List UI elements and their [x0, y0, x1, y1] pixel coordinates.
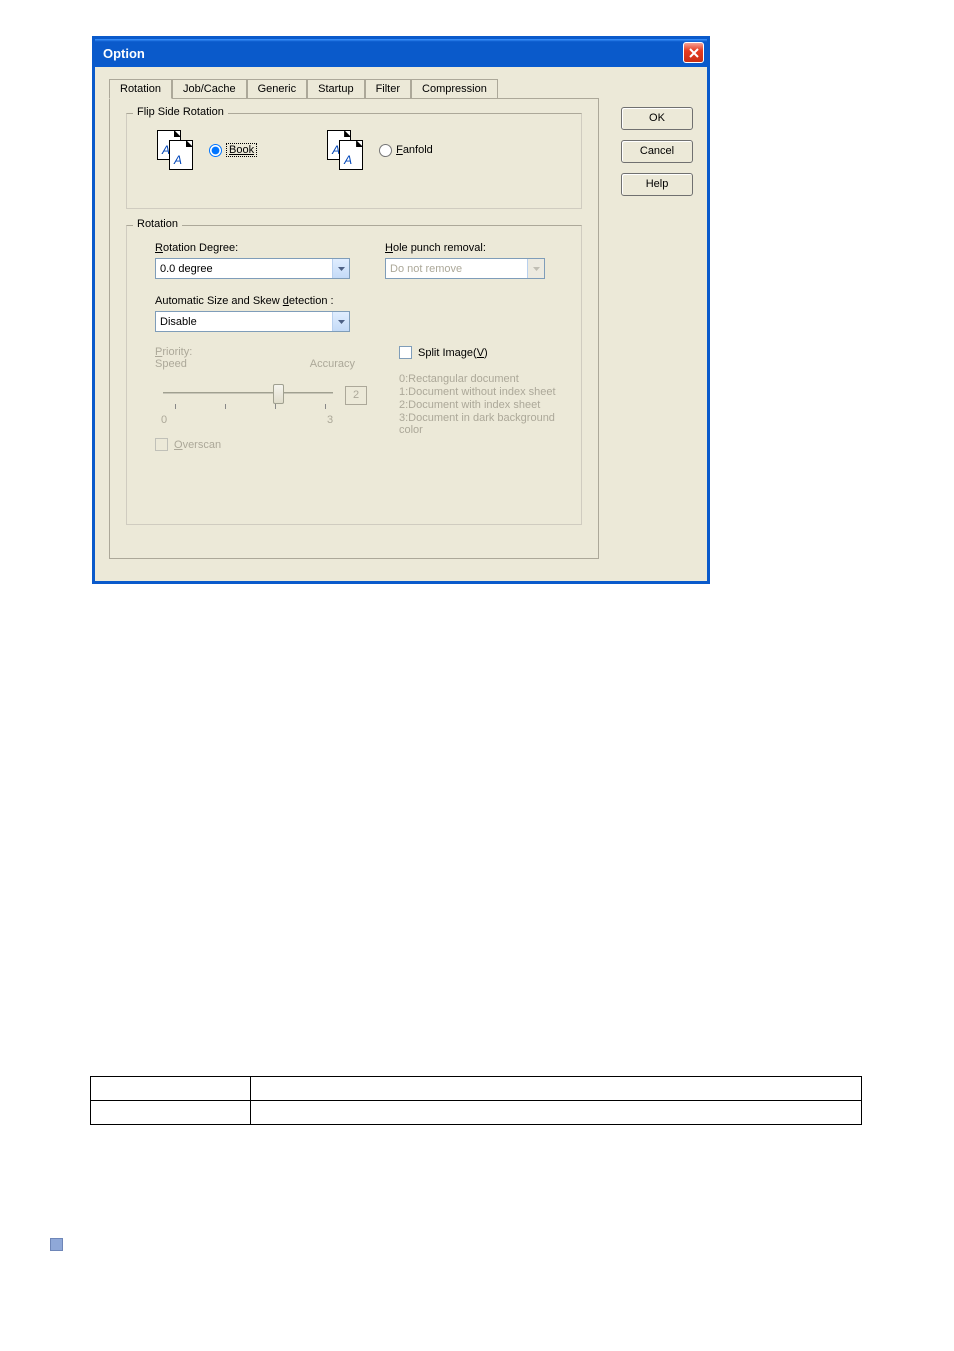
tab-compression[interactable]: Compression: [411, 79, 498, 98]
rotation-group-title: Rotation: [133, 218, 182, 230]
priority-slider: 2 0 3: [155, 374, 375, 444]
rotation-degree-select[interactable]: 0.0 degree: [155, 258, 350, 279]
slider-min: 0: [161, 414, 167, 426]
split-opt-0: 0:Rectangular document: [399, 373, 571, 385]
tab-generic[interactable]: Generic: [247, 79, 308, 98]
flip-fanfold-option[interactable]: A A Fanfold: [327, 130, 433, 170]
flip-book-option[interactable]: A A Book: [157, 130, 257, 170]
split-opt-3: 3:Document in dark background color: [399, 412, 571, 436]
split-opt-1: 1:Document without index sheet: [399, 386, 571, 398]
cancel-button[interactable]: Cancel: [621, 140, 693, 163]
tab-jobcache[interactable]: Job/Cache: [172, 79, 247, 98]
slider-max: 3: [327, 414, 333, 426]
dialog-body: OK Cancel Help Rotation Job/Cache Generi…: [95, 67, 707, 581]
split-image-checkbox[interactable]: [399, 346, 412, 359]
tab-panel-rotation: Flip Side Rotation A A Book: [109, 99, 599, 559]
ok-button[interactable]: OK: [621, 107, 693, 130]
rotation-group: Rotation Rotation Degree: 0.0 degree: [126, 225, 582, 525]
auto-detect-value: Disable: [160, 316, 197, 328]
hole-punch-select: Do not remove: [385, 258, 545, 279]
flip-side-rotation-group: Flip Side Rotation A A Book: [126, 113, 582, 209]
tab-strip: Rotation Job/Cache Generic Startup Filte…: [109, 79, 599, 99]
tab-filter[interactable]: Filter: [365, 79, 411, 98]
option-dialog: Option OK Cancel Help Rotation Job/Cache…: [92, 36, 710, 584]
titlebar: Option: [95, 39, 707, 67]
page-table: [90, 1076, 862, 1125]
speed-label: Speed: [155, 358, 187, 370]
auto-detect-select[interactable]: Disable: [155, 311, 350, 332]
auto-detect-label: Automatic Size and Skew detection :: [155, 295, 571, 307]
hole-punch-label: Hole punch removal:: [385, 242, 571, 254]
chevron-down-icon: [332, 312, 349, 331]
close-icon[interactable]: [683, 42, 704, 63]
hole-punch-value: Do not remove: [390, 263, 462, 275]
square-bullet-icon: [50, 1238, 63, 1251]
flip-group-title: Flip Side Rotation: [133, 106, 228, 118]
split-opt-2: 2:Document with index sheet: [399, 399, 571, 411]
dialog-buttons: OK Cancel Help: [621, 107, 693, 196]
book-pages-icon: A A: [157, 130, 201, 170]
slider-value: 2: [345, 386, 367, 405]
book-radio[interactable]: [209, 144, 222, 157]
tab-rotation[interactable]: Rotation: [109, 79, 172, 99]
rotation-degree-label: Rotation Degree:: [155, 242, 365, 254]
window-title: Option: [103, 46, 145, 61]
accuracy-label: Accuracy: [310, 358, 355, 370]
priority-label: Priority:: [155, 346, 375, 358]
rotation-degree-value: 0.0 degree: [160, 263, 213, 275]
split-image-label: Split Image(V): [418, 347, 488, 359]
slider-thumb: [273, 384, 284, 404]
chevron-down-icon: [332, 259, 349, 278]
chevron-down-icon: [527, 259, 544, 278]
fanfold-radio[interactable]: [379, 144, 392, 157]
book-label: Book: [229, 144, 254, 156]
tab-startup[interactable]: Startup: [307, 79, 364, 98]
split-image-options: 0:Rectangular document 1:Document withou…: [399, 373, 571, 436]
fanfold-pages-icon: A A: [327, 130, 371, 170]
fanfold-label: anfold: [403, 144, 433, 156]
help-button[interactable]: Help: [621, 173, 693, 196]
